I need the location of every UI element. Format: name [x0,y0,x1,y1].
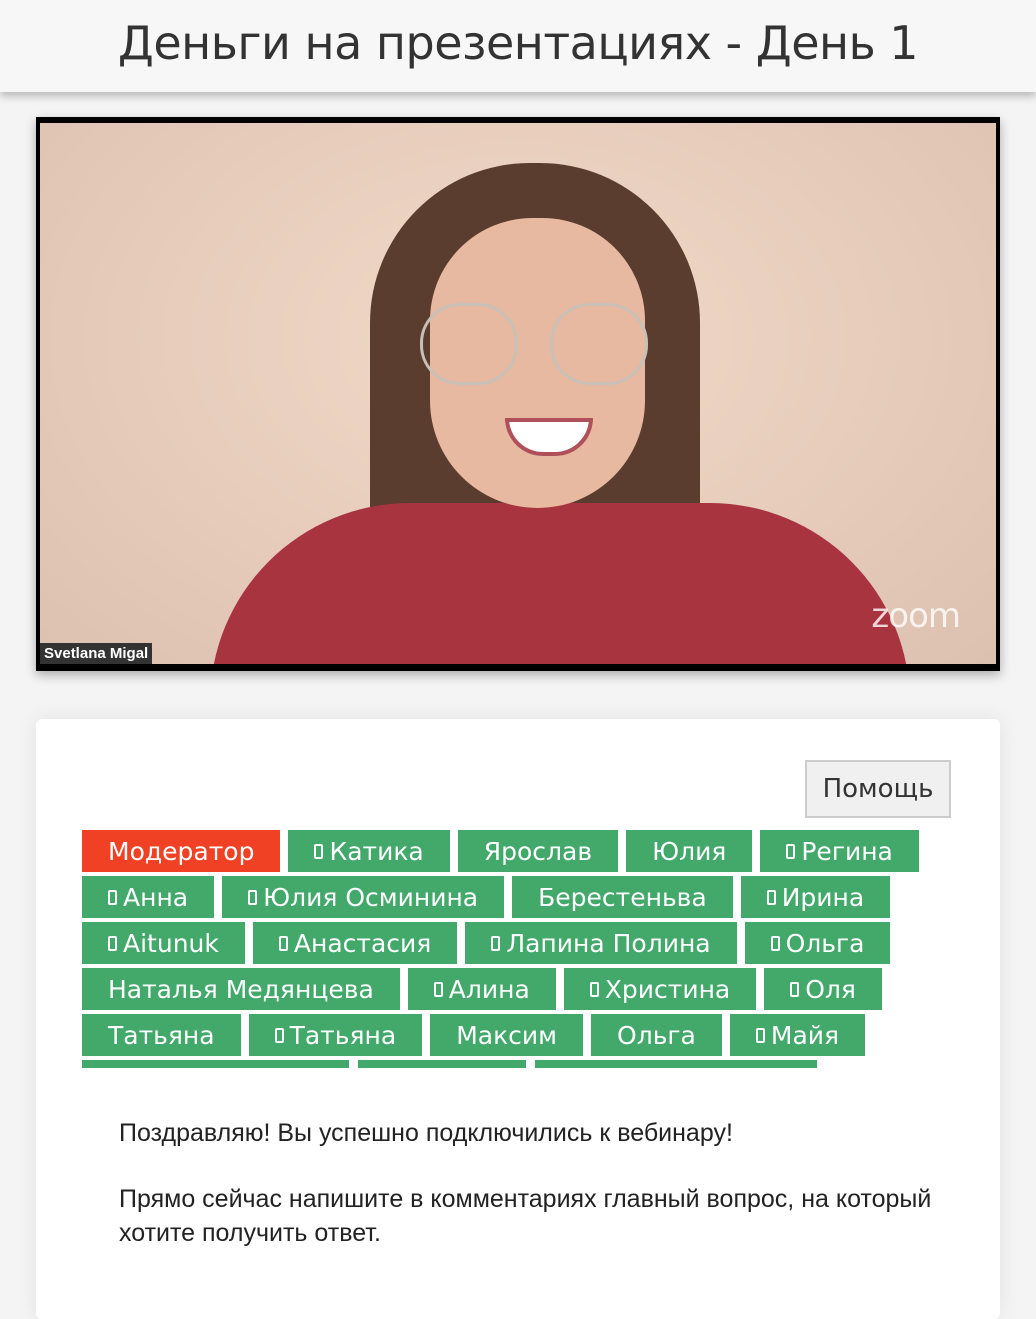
participant-chip[interactable]: Ольга [591,1014,722,1056]
participant-name: Татьяна [289,1020,397,1050]
participant-row: Анна Юлия Осминина Берестеньва Ирина [82,876,962,918]
participant-chip[interactable]: Ирина [740,876,891,918]
participant-chip[interactable]: Алина [407,968,556,1010]
moderator-chip[interactable]: Модератор [82,830,281,872]
participant-chip[interactable]: Майя [729,1014,866,1056]
participant-chip[interactable]: Ярослав [457,830,619,872]
participant-name: Модератор [108,836,255,866]
participant-chip[interactable]: Ольга [744,922,891,964]
mobile-phone-icon [248,889,258,905]
participant-name: Наталья Медянцева [108,974,374,1004]
help-button[interactable]: Помощь [805,760,951,818]
video-person-shirt [210,503,910,664]
participant-name: Юлия Осминина [263,882,479,912]
participant-chip[interactable]: Анна [82,876,215,918]
participant-name: Оля [805,974,856,1004]
mobile-phone-icon [108,889,117,905]
participant-name: Ольга [617,1020,696,1050]
mobile-phone-icon [790,981,800,997]
participant-chip[interactable]: Татьяна [82,1014,241,1056]
participant-chip-clipped[interactable] [358,1060,526,1068]
participant-name: Алина [448,974,530,1004]
mobile-phone-icon [766,889,776,905]
participant-chip[interactable]: Христина [563,968,757,1010]
participant-name: Ярослав [483,836,593,866]
participant-chip[interactable]: Оля [764,968,882,1010]
participant-name: Юлия [652,836,727,866]
webinar-panel: Помощь Модератор Катика Ярослав Юлия Регина А… [36,719,1000,1319]
participant-list: Модератор Катика Ярослав Юлия Регина Анна Юлия… [82,830,962,1068]
participant-chip[interactable]: Лапина Полина [465,922,737,964]
page-title: Деньги на презентациях - День 1 [117,16,919,70]
participant-chip[interactable]: Татьяна [248,1014,423,1056]
participant-chip[interactable]: Наталья Медянцева [82,968,400,1010]
participant-row: Aitunuk Анастасия Лапина Полина Ольга [82,922,962,964]
participant-name: Ирина [781,882,865,912]
participant-chip-clipped[interactable] [82,1060,349,1068]
participant-row: Татьяна Татьяна Максим Ольга Майя [82,1014,962,1056]
participant-chip[interactable]: Юлия Осминина [222,876,505,918]
video-player[interactable]: zoom Svetlana Migal [36,117,1000,671]
participant-name: Анна [123,882,189,912]
header: Деньги на презентациях - День 1 [0,0,1036,92]
message-line: Поздравляю! Вы успешно подключились к ве… [119,1119,733,1147]
video-frame: zoom Svetlana Migal [40,123,996,664]
mobile-phone-icon [108,935,117,951]
participant-name: Майя [770,1020,840,1050]
participant-chip[interactable]: Катика [288,830,450,872]
welcome-message: Поздравляю! Вы успешно подключились к ве… [119,1116,939,1282]
participant-name-tag: Svetlana Migal [40,643,153,664]
glasses-right [550,303,648,385]
participant-name: Ольга [785,928,865,958]
mobile-phone-icon [433,981,443,997]
participant-name: Aitunuk [123,928,219,958]
participant-chip[interactable]: Aitunuk [82,922,245,964]
participant-chip[interactable]: Регина [760,830,919,872]
participant-chip[interactable]: Максим [430,1014,584,1056]
mobile-phone-icon [786,843,796,859]
mobile-phone-icon [274,1027,284,1043]
mobile-phone-icon [491,935,501,951]
participant-chip[interactable]: Анастасия [252,922,458,964]
participant-name: Регина [801,836,893,866]
zoom-watermark: zoom [871,596,961,636]
participant-chip[interactable]: Юлия [626,830,753,872]
participant-name: Анастасия [293,928,432,958]
participant-row: Наталья Медянцева Алина Христина Оля [82,968,962,1010]
participant-chip-clipped[interactable] [535,1060,817,1068]
participant-name: Катика [329,836,424,866]
participant-name: Берестеньва [538,882,707,912]
message-line: Прямо сейчас напишите в комментариях гла… [119,1185,932,1247]
participant-row-partial [82,1060,962,1068]
mobile-phone-icon [278,935,288,951]
participant-name: Максим [456,1020,558,1050]
glasses-left [420,303,518,385]
mobile-phone-icon [770,935,780,951]
participant-name: Христина [604,974,731,1004]
mobile-phone-icon [755,1027,765,1043]
participant-name: Лапина Полина [506,928,711,958]
participant-row: Модератор Катика Ярослав Юлия Регина [82,830,962,872]
mobile-phone-icon [314,843,324,859]
participant-chip[interactable]: Берестеньва [512,876,733,918]
participant-name: Татьяна [108,1020,215,1050]
mobile-phone-icon [589,981,599,997]
